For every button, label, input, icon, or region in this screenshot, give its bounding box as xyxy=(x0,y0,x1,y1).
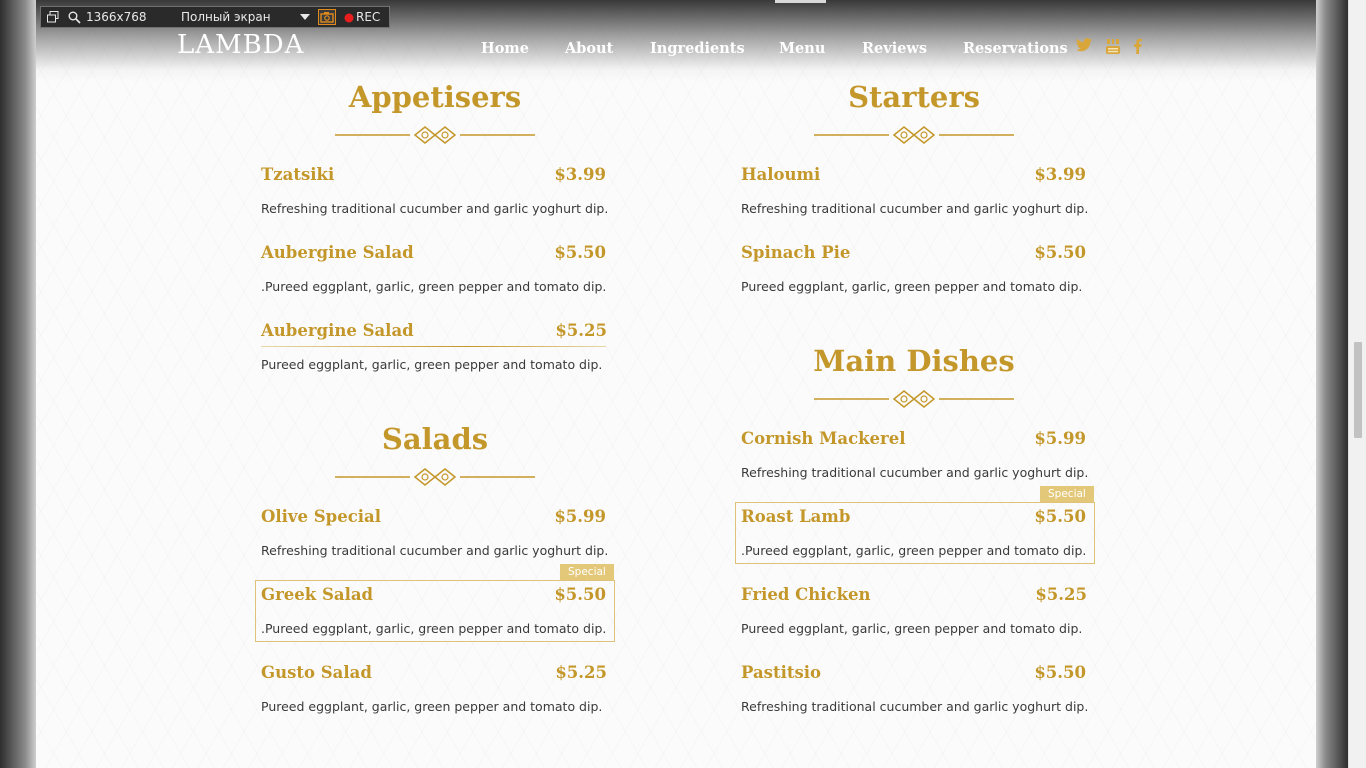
menu-item-price: $5.50 xyxy=(1034,243,1086,262)
camera-icon[interactable] xyxy=(318,9,336,25)
nav-about[interactable]: About xyxy=(565,40,613,57)
nav-ingredients[interactable]: Ingredients xyxy=(650,40,745,57)
section-title-main-dishes: Main Dishes xyxy=(813,344,1015,378)
menu-item-price: $5.50 xyxy=(554,585,606,604)
menu-item-price: $5.25 xyxy=(555,663,607,682)
youtube-icon[interactable] xyxy=(1106,38,1120,54)
menu-item-description: Pureed eggplant, garlic, green pepper an… xyxy=(261,699,603,714)
nav-active-indicator xyxy=(775,0,826,3)
ornament-divider-icon xyxy=(335,468,535,486)
menu-item-name: Pastitsio xyxy=(741,663,822,682)
menu-item-description: Refreshing traditional cucumber and garl… xyxy=(261,543,609,558)
site-logo[interactable]: LAMBDA xyxy=(177,30,304,60)
menu-item-description: .Pureed eggplant, garlic, green pepper a… xyxy=(741,543,1087,558)
menu-item-description: Refreshing traditional cucumber and garl… xyxy=(741,201,1089,216)
menu-item-description: .Pureed eggplant, garlic, green pepper a… xyxy=(261,279,607,294)
menu-item-name: Gusto Salad xyxy=(261,663,372,682)
recorder-mode-select[interactable]: Полный экран xyxy=(181,10,271,24)
menu-item-price: $3.99 xyxy=(1034,165,1086,184)
nav-reservations[interactable]: Reservations xyxy=(963,40,1068,57)
menu-item-description: Pureed eggplant, garlic, green pepper an… xyxy=(741,621,1083,636)
menu-item-description: Refreshing traditional cucumber and garl… xyxy=(261,201,609,216)
scrollbar-thumb[interactable] xyxy=(1354,342,1362,438)
section-title-salads: Salads xyxy=(381,422,489,456)
menu-item-description: Refreshing traditional cucumber and garl… xyxy=(741,465,1089,480)
vertical-scrollbar[interactable] xyxy=(1348,0,1366,768)
ornament-divider-icon xyxy=(335,126,535,144)
menu-item-name: Aubergine Salad xyxy=(261,321,414,340)
menu-item-name: Greek Salad xyxy=(261,585,374,604)
ornament-divider-icon xyxy=(814,126,1014,144)
menu-item-name: Roast Lamb xyxy=(741,507,851,526)
menu-item-price: $5.99 xyxy=(554,507,606,526)
site-container: LAMBDA Home About Ingredients Menu Revie… xyxy=(36,0,1316,768)
menu-item-description: Refreshing traditional cucumber and garl… xyxy=(741,699,1089,714)
section-title-starters: Starters xyxy=(848,80,980,114)
menu-item-name: Tzatsiki xyxy=(261,165,335,184)
menu-item-price: $5.50 xyxy=(554,243,606,262)
menu-item-name: Aubergine Salad xyxy=(261,243,414,262)
ornament-divider-icon xyxy=(814,390,1014,408)
window-icon[interactable] xyxy=(47,11,59,23)
facebook-icon[interactable] xyxy=(1133,38,1142,54)
menu-item-price: $5.25 xyxy=(1035,585,1087,604)
zoom-icon[interactable] xyxy=(68,11,81,24)
menu-item-name: Olive Special xyxy=(261,507,381,526)
menu-item-description: .Pureed eggplant, garlic, green pepper a… xyxy=(261,621,607,636)
special-badge: Special xyxy=(1040,486,1094,502)
menu-item-price: $5.50 xyxy=(1034,507,1086,526)
chevron-down-icon[interactable] xyxy=(300,14,310,20)
menu-item-price: $3.99 xyxy=(554,165,606,184)
page-shadow-right xyxy=(1316,0,1348,768)
nav-reviews[interactable]: Reviews xyxy=(862,40,927,57)
menu-item-price: $5.99 xyxy=(1034,429,1086,448)
menu-item-price: $5.50 xyxy=(1034,663,1086,682)
nav-home[interactable]: Home xyxy=(481,40,529,57)
menu-item-description: Pureed eggplant, garlic, green pepper an… xyxy=(741,279,1083,294)
record-button-label[interactable]: REC xyxy=(356,10,380,24)
record-dot-icon[interactable] xyxy=(344,13,354,23)
hover-underline xyxy=(261,346,606,347)
menu-item-name: Spinach Pie xyxy=(741,243,851,262)
menu-item-price: $5.25 xyxy=(555,321,607,340)
twitter-icon[interactable] xyxy=(1076,38,1092,52)
menu-item-description: Pureed eggplant, garlic, green pepper an… xyxy=(261,357,603,372)
recorder-resolution: 1366x768 xyxy=(86,10,147,24)
screen-recorder-toolbar: 1366x768 Полный экран REC xyxy=(40,6,390,28)
special-badge: Special xyxy=(560,564,614,580)
page-shadow-left xyxy=(0,0,36,768)
menu-item-name: Haloumi xyxy=(741,165,821,184)
section-title-appetisers: Appetisers xyxy=(348,80,522,114)
menu-item-name: Cornish Mackerel xyxy=(741,429,906,448)
menu-item-name: Fried Chicken xyxy=(741,585,871,604)
nav-menu[interactable]: Menu xyxy=(779,40,825,57)
